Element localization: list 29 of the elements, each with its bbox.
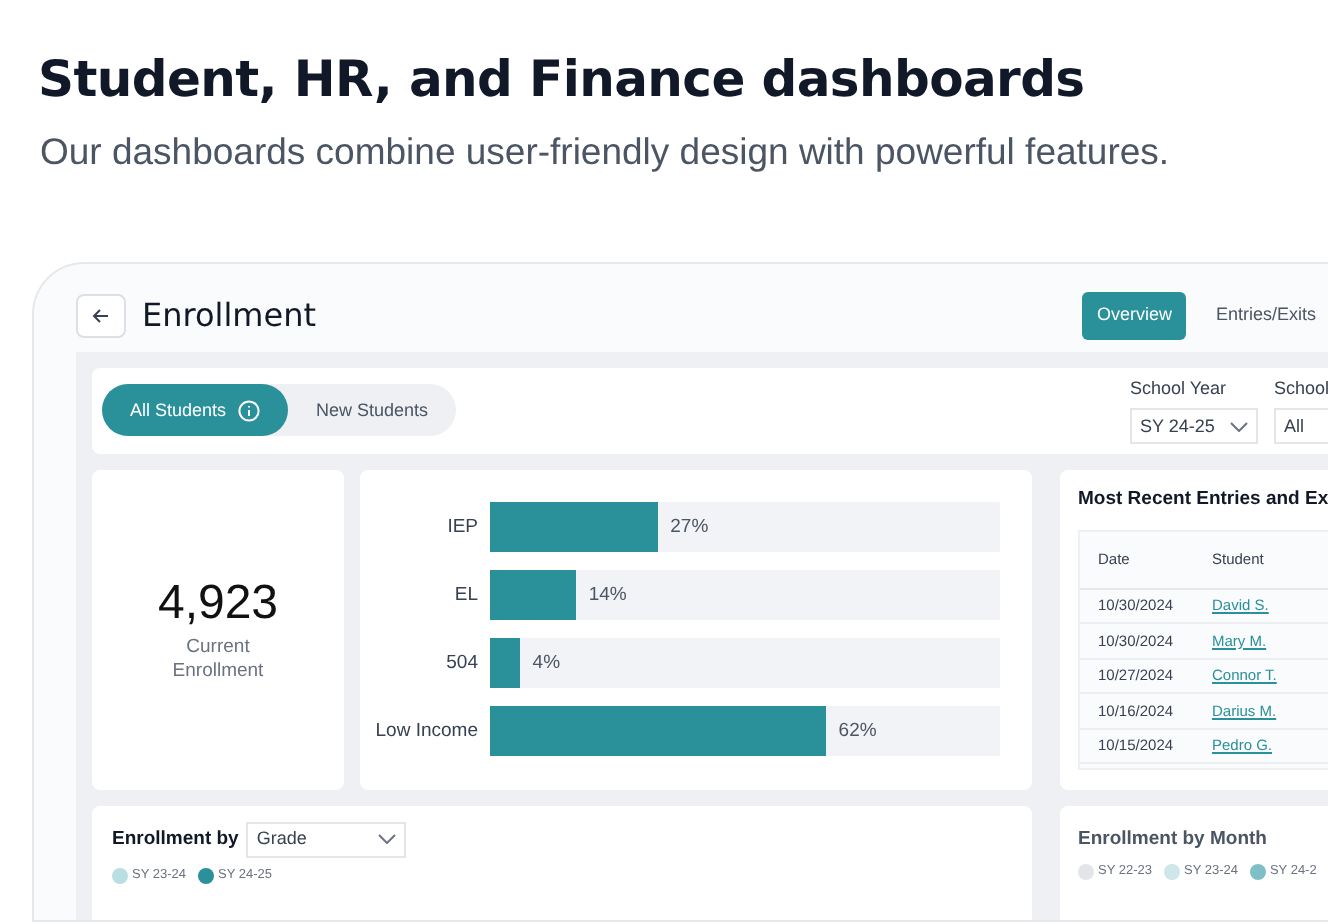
filter-label: School Year: [1130, 376, 1229, 401]
bar-label: EL: [452, 581, 480, 610]
card-title: Most Recent Entries and Ex: [1078, 485, 1328, 514]
toggle-option[interactable]: New Students: [288, 384, 457, 437]
page-subheading: Our dashboards combine user-friendly design with powerful features.: [40, 128, 1172, 176]
tab[interactable]: Entries/Exits: [1201, 292, 1328, 339]
grade-select[interactable]: Grade: [246, 821, 407, 858]
app-title: Enrollment: [142, 293, 316, 338]
chevron-down-icon: [378, 834, 397, 845]
bar-label: 504: [444, 649, 480, 678]
bar-value: 14%: [586, 581, 627, 610]
toggle-option[interactable]: All Students: [102, 384, 289, 437]
filter-label: School: [1274, 376, 1328, 401]
page-heading: Student, HR, and Finance dashboards: [38, 48, 1087, 112]
card-title: Enrollment by Month: [1078, 825, 1269, 854]
filter-select[interactable]: SY 24-25: [1130, 408, 1258, 445]
back-button[interactable]: [76, 293, 126, 338]
chevron-down-icon: [1230, 421, 1248, 432]
filter-select[interactable]: All: [1274, 408, 1328, 445]
bar-label: IEP: [445, 513, 480, 542]
tab[interactable]: Overview: [1082, 292, 1186, 339]
bar-label: Low Income: [373, 717, 480, 746]
kpi-label: Current Enrollment: [170, 635, 266, 684]
bar-value: 4%: [530, 649, 561, 678]
back-arrow-icon: [92, 307, 110, 324]
bar-value: 27%: [668, 513, 709, 542]
bar-value: 62%: [836, 717, 877, 746]
card-title: Enrollment by: [112, 825, 239, 854]
kpi-value: 4,923: [157, 575, 279, 632]
